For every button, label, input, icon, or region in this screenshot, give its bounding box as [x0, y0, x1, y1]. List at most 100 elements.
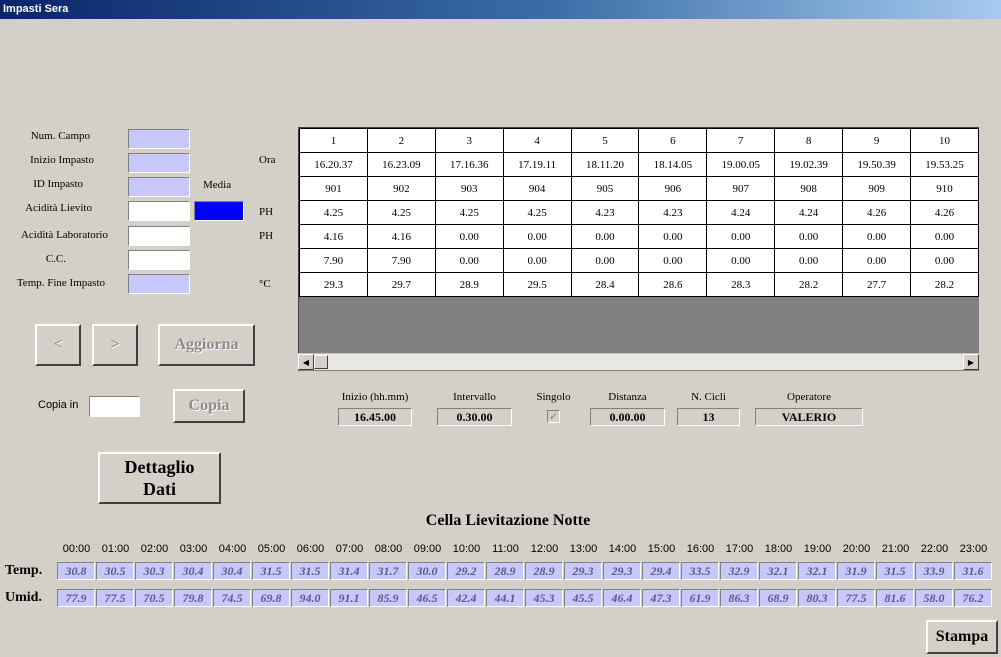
grid-horizontal-scrollbar[interactable]: ◀ ▶ [298, 353, 979, 370]
grid-cell[interactable]: 28.3 [706, 272, 776, 297]
grid-cell[interactable]: 4.24 [774, 200, 844, 225]
grid-cell[interactable]: 0.00 [774, 248, 844, 273]
grid-cell[interactable]: 0.00 [638, 248, 708, 273]
temp-cell: 29.3 [564, 562, 602, 580]
grid-cell[interactable]: 19.53.25 [910, 152, 979, 177]
grid-cell[interactable]: 28.2 [774, 272, 844, 297]
acidita-lievito-field[interactable] [128, 201, 190, 221]
grid-cell[interactable]: 7.90 [366, 248, 436, 273]
grid-header-cell[interactable]: 2 [366, 128, 436, 153]
copia-in-input[interactable] [89, 396, 140, 417]
temp-cell: 32.1 [798, 562, 836, 580]
grid-cell[interactable]: 4.23 [570, 200, 640, 225]
grid-cell[interactable]: 4.16 [299, 224, 368, 249]
grid-cell[interactable]: 28.2 [910, 272, 979, 297]
grid-header-cell[interactable]: 8 [774, 128, 844, 153]
grid-header-cell[interactable]: 5 [570, 128, 640, 153]
grid-cell[interactable]: 17.16.36 [434, 152, 504, 177]
acidita-laboratorio-field[interactable] [128, 226, 190, 246]
id-impasto-field [128, 177, 190, 197]
singolo-checkbox[interactable]: ✓ [547, 410, 560, 423]
hour-label: 20:00 [842, 543, 871, 555]
grid-cell[interactable]: 4.25 [502, 200, 572, 225]
grid-cell[interactable]: 29.3 [299, 272, 368, 297]
prev-button[interactable]: < [35, 324, 81, 366]
grid-cell[interactable]: 4.26 [910, 200, 979, 225]
grid-cell[interactable]: 29.7 [366, 272, 436, 297]
grid-cell[interactable]: 906 [638, 176, 708, 201]
grid-cell[interactable]: 28.6 [638, 272, 708, 297]
grid-cell[interactable]: 19.00.05 [706, 152, 776, 177]
grid-cell[interactable]: 28.4 [570, 272, 640, 297]
grid-cell[interactable]: 909 [842, 176, 912, 201]
copia-button[interactable]: Copia [173, 389, 245, 423]
grid-header-cell[interactable]: 7 [706, 128, 776, 153]
intervallo-value: 0.30.00 [437, 408, 512, 426]
grid-cell[interactable]: 907 [706, 176, 776, 201]
scroll-left-arrow-icon[interactable]: ◀ [298, 354, 314, 370]
grid-cell[interactable]: 16.23.09 [366, 152, 436, 177]
grid-cell[interactable]: 0.00 [434, 248, 504, 273]
dettaglio-label: Dettaglio [124, 457, 195, 477]
grid-cell[interactable]: 19.50.39 [842, 152, 912, 177]
grid-cell[interactable]: 903 [434, 176, 504, 201]
dettaglio-dati-button[interactable]: Dettaglio Dati [98, 452, 221, 504]
grid-cell[interactable]: 902 [366, 176, 436, 201]
grid-cell[interactable]: 0.00 [842, 224, 912, 249]
grid-cell[interactable]: 17.19.11 [502, 152, 572, 177]
grid-cell[interactable]: 908 [774, 176, 844, 201]
grid-cell[interactable]: 4.23 [638, 200, 708, 225]
grid-cell[interactable]: 0.00 [910, 224, 979, 249]
grid-header-cell[interactable]: 6 [638, 128, 708, 153]
grid-cell[interactable]: 901 [299, 176, 368, 201]
grid-cell[interactable]: 904 [502, 176, 572, 201]
cc-field[interactable] [128, 250, 190, 270]
umid-cell: 77.5 [837, 589, 875, 607]
grid-cell[interactable]: 0.00 [570, 224, 640, 249]
grid-cell[interactable]: 0.00 [502, 224, 572, 249]
hour-label: 03:00 [179, 543, 208, 555]
grid-header-cell[interactable]: 9 [842, 128, 912, 153]
hour-label: 04:00 [218, 543, 247, 555]
grid-cell[interactable]: 29.5 [502, 272, 572, 297]
impasti-grid[interactable]: 1 2 3 4 5 6 7 8 9 10 16.20.37 16.23.09 17.16.36 17.19… [298, 127, 979, 371]
grid-cell[interactable]: 4.26 [842, 200, 912, 225]
grid-cell[interactable]: 4.25 [434, 200, 504, 225]
grid-cell[interactable]: 0.00 [774, 224, 844, 249]
grid-cell[interactable]: 905 [570, 176, 640, 201]
grid-cell[interactable]: 4.24 [706, 200, 776, 225]
grid-header-cell[interactable]: 1 [299, 128, 368, 153]
grid-header-cell[interactable]: 10 [910, 128, 979, 153]
grid-cell[interactable]: 4.25 [299, 200, 368, 225]
scroll-right-arrow-icon[interactable]: ▶ [963, 354, 979, 370]
grid-cell[interactable]: 7.90 [299, 248, 368, 273]
grid-cell[interactable]: 0.00 [502, 248, 572, 273]
grid-cell[interactable]: 0.00 [434, 224, 504, 249]
scroll-thumb[interactable] [314, 355, 328, 369]
grid-cell[interactable]: 910 [910, 176, 979, 201]
aggiorna-button[interactable]: Aggiorna [158, 324, 255, 366]
grid-header-cell[interactable]: 4 [502, 128, 572, 153]
window-title: Impasti Sera [0, 0, 1001, 19]
temp-cell: 32.1 [759, 562, 797, 580]
grid-cell[interactable]: 0.00 [638, 224, 708, 249]
grid-row: 901 902 903 904 905 906 907 908 909 910 [299, 176, 979, 201]
next-button[interactable]: > [92, 324, 138, 366]
grid-cell[interactable]: 16.20.37 [299, 152, 368, 177]
grid-header-cell[interactable]: 3 [434, 128, 504, 153]
stampa-button[interactable]: Stampa [926, 620, 998, 654]
grid-cell[interactable]: 0.00 [910, 248, 979, 273]
grid-cell[interactable]: 0.00 [706, 248, 776, 273]
grid-cell[interactable]: 18.11.20 [570, 152, 640, 177]
hour-label: 09:00 [413, 543, 442, 555]
grid-cell[interactable]: 0.00 [842, 248, 912, 273]
grid-cell[interactable]: 4.25 [366, 200, 436, 225]
grid-cell[interactable]: 19.02.39 [774, 152, 844, 177]
grid-cell[interactable]: 0.00 [706, 224, 776, 249]
grid-cell[interactable]: 0.00 [570, 248, 640, 273]
grid-cell[interactable]: 27.7 [842, 272, 912, 297]
grid-cell[interactable]: 28.9 [434, 272, 504, 297]
grid-cell[interactable]: 18.14.05 [638, 152, 708, 177]
grid-cell[interactable]: 4.16 [366, 224, 436, 249]
temp-cell: 31.9 [837, 562, 875, 580]
